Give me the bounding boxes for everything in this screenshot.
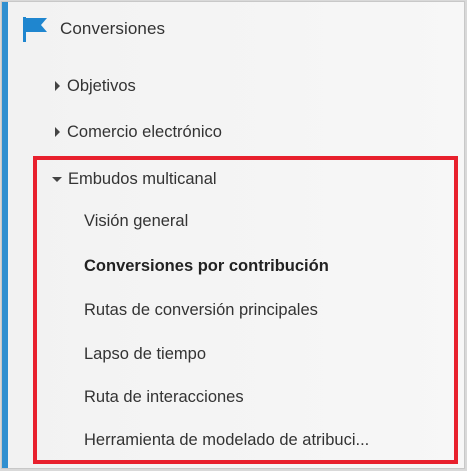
nav-item-label: Comercio electrónico [67, 122, 222, 141]
caret-down-icon [52, 176, 62, 182]
sub-item-vision-general[interactable]: Visión general [84, 208, 188, 234]
nav-item-embudos-multicanal[interactable]: Embudos multicanal [50, 167, 217, 191]
sidebar-panel: Conversiones Objetivos Comercio electrón… [1, 1, 465, 469]
section-title: Conversiones [60, 19, 166, 38]
sub-item-conversiones-por-contribucion[interactable]: Conversiones por contribución [84, 253, 329, 279]
flag-icon [23, 17, 47, 42]
conversiones-section-header[interactable]: Conversiones [20, 14, 165, 44]
sub-item-rutas-de-conversion-principales[interactable]: Rutas de conversión principales [84, 297, 318, 323]
section-accent-bar [2, 2, 8, 468]
nav-item-objetivos[interactable]: Objetivos [50, 74, 136, 98]
caret-right-icon [55, 81, 60, 91]
nav-item-label: Objetivos [67, 76, 136, 95]
caret-right-icon [55, 127, 60, 137]
nav-item-label: Embudos multicanal [68, 169, 217, 188]
sub-item-lapso-de-tiempo[interactable]: Lapso de tiempo [84, 341, 206, 367]
sub-item-herramienta-de-modelado[interactable]: Herramienta de modelado de atribuci... [84, 427, 369, 453]
nav-item-comercio-electronico[interactable]: Comercio electrónico [50, 120, 222, 144]
sub-item-ruta-de-interacciones[interactable]: Ruta de interacciones [84, 384, 244, 410]
